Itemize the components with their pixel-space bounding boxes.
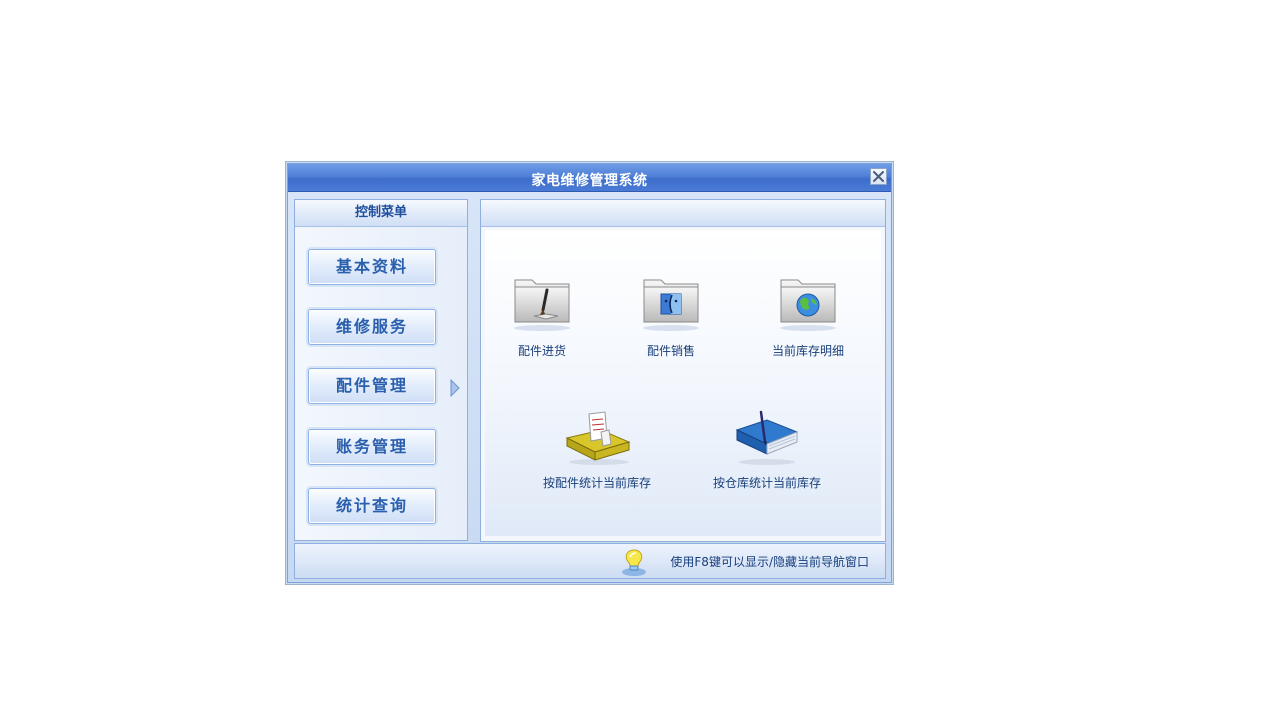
item-label: 配件销售 [646, 344, 695, 358]
sidebar-item-repair-service[interactable]: 维修服务 [308, 309, 436, 345]
main-panel-header [481, 200, 885, 227]
item-stock-by-warehouse[interactable]: 按仓库统计当前库存 [706, 408, 828, 491]
item-label: 配件进货 [517, 344, 566, 358]
folder-brush-icon [514, 279, 570, 331]
window-frame: 家电维修管理系统 控制菜单 基本资料 维修服务 配件管理 账务管理 统计查询 配… [287, 163, 892, 583]
footer-tip-text: 使用F8键可以显示/隐藏当前导航窗口 [670, 555, 869, 569]
lightbulb-icon [622, 549, 646, 576]
app-window: 家电维修管理系统 控制菜单 基本资料 维修服务 配件管理 账务管理 统计查询 配… [285, 161, 894, 585]
status-bar: 使用F8键可以显示/隐藏当前导航窗口 [294, 543, 886, 579]
item-label: 按配件统计当前库存 [542, 476, 651, 490]
selected-arrow-icon [450, 379, 460, 397]
sidebar-item-parts-management[interactable]: 配件管理 [308, 368, 436, 404]
item-parts-purchase[interactable]: 配件进货 [482, 274, 602, 359]
sidebar-item-basic-info[interactable]: 基本资料 [308, 249, 436, 285]
main-panel: 配件进货 配件销售 当前库存明细 按配件统计当前库存 按仓库统计当前库存 [480, 199, 886, 542]
item-current-stock-detail[interactable]: 当前库存明细 [748, 274, 868, 359]
item-parts-sales[interactable]: 配件销售 [611, 274, 731, 359]
sidebar-item-accounts[interactable]: 账务管理 [308, 429, 436, 465]
blue-book-icon [735, 410, 799, 465]
sidebar-title: 控制菜单 [295, 200, 467, 227]
title-bar: 家电维修管理系统 [288, 164, 891, 192]
main-content: 配件进货 配件销售 当前库存明细 按配件统计当前库存 按仓库统计当前库存 [485, 230, 881, 536]
item-stock-by-part[interactable]: 按配件统计当前库存 [536, 408, 658, 491]
sidebar-item-statistics[interactable]: 统计查询 [308, 488, 436, 524]
close-button[interactable] [870, 168, 887, 185]
item-label: 当前库存明细 [771, 344, 844, 358]
sidebar: 控制菜单 基本资料 维修服务 配件管理 账务管理 统计查询 [294, 199, 468, 541]
folder-globe-icon [780, 279, 836, 331]
folder-finder-icon [643, 279, 699, 331]
window-title: 家电维修管理系统 [531, 173, 648, 189]
yellow-binder-icon [565, 411, 631, 465]
close-icon [873, 171, 884, 182]
item-label: 按仓库统计当前库存 [712, 476, 821, 490]
